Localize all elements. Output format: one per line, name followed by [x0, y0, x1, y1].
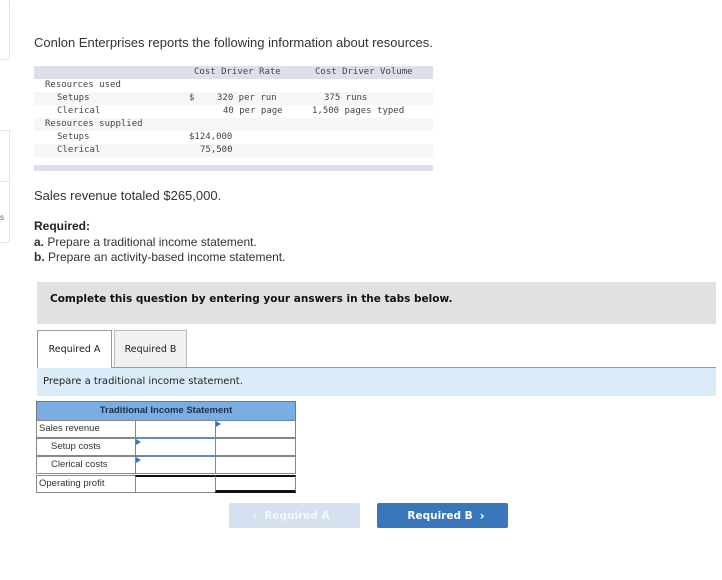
prev-button-label: Required A	[264, 509, 330, 522]
clerical-costs-input[interactable]	[135, 456, 216, 474]
table-row: Setups $124,000	[34, 131, 433, 144]
rate-value: 75,500	[200, 145, 233, 155]
sales-revenue-input[interactable]	[215, 420, 296, 438]
resource-table-header: Cost Driver Rate Cost Driver Volume	[34, 66, 433, 79]
instruction-text: Complete this question by entering your …	[50, 293, 453, 305]
side-panel-edge	[0, 130, 10, 181]
table-row: Clerical 75,500	[34, 144, 433, 157]
tab-required-b[interactable]: Required B	[114, 330, 187, 367]
table-row: Operating profit	[36, 475, 296, 493]
rate-value: 40 per page	[223, 106, 283, 116]
required-item-b: b. Prepare an activity-based income stat…	[34, 250, 285, 264]
header-cost-driver-rate: Cost Driver Rate	[194, 67, 281, 77]
sales-revenue-text: Sales revenue totaled $265,000.	[34, 188, 222, 203]
item-text: Prepare an activity-based income stateme…	[44, 250, 286, 264]
table-row: Setup costs	[36, 438, 296, 456]
row-label-sales-revenue: Sales revenue	[36, 420, 136, 438]
clerical-costs-right-cell	[215, 456, 296, 474]
table-row: Resources supplied	[34, 118, 433, 131]
operating-profit-mid-cell	[135, 475, 216, 493]
row-label: Resources supplied	[45, 119, 143, 129]
volume-value: 375 runs	[324, 93, 368, 103]
prompt-banner: Prepare a traditional income statement.	[37, 368, 716, 396]
chevron-right-icon: ›	[479, 508, 485, 523]
rate-value: 320 per run	[217, 93, 277, 103]
rate-prefix: $	[189, 93, 195, 103]
instruction-banner: Complete this question by entering your …	[37, 282, 716, 324]
next-button-label: Required B	[407, 509, 473, 522]
setup-costs-input[interactable]	[135, 438, 216, 456]
table-row: Setups $ 320 per run 375 runs	[34, 92, 433, 105]
problem-intro: Conlon Enterprises reports the following…	[34, 35, 433, 50]
row-label: Setups	[57, 132, 90, 142]
item-letter: b.	[34, 250, 45, 264]
side-panel-edge	[0, 181, 10, 243]
chevron-left-icon: ‹	[252, 508, 258, 523]
table-row: Clerical 40 per page 1,500 pages typed	[34, 105, 433, 118]
sales-revenue-mid-cell	[135, 420, 216, 438]
required-heading: Required:	[34, 219, 91, 233]
required-item-a: a. Prepare a traditional income statemen…	[34, 235, 257, 249]
row-label: Clerical	[57, 145, 101, 155]
rate-value: $124,000	[189, 132, 233, 142]
operating-profit-total-cell	[215, 475, 296, 493]
resource-data-table: Cost Driver Rate Cost Driver Volume Reso…	[34, 66, 433, 171]
table-row: Resources used	[34, 79, 433, 92]
item-letter: a.	[34, 235, 45, 249]
row-label-clerical-costs: Clerical costs	[36, 456, 136, 474]
table-row: Clerical costs	[36, 456, 296, 474]
item-text: Prepare a traditional income statement.	[44, 235, 257, 249]
next-required-b-button[interactable]: Required B ›	[377, 503, 508, 528]
row-label-setup-costs: Setup costs	[36, 438, 136, 456]
table-footer-bar	[34, 165, 433, 171]
setup-costs-right-cell	[215, 438, 296, 456]
side-panel-edge	[0, 0, 10, 60]
tab-required-a[interactable]: Required A	[37, 330, 112, 368]
row-label: Setups	[57, 93, 90, 103]
income-statement-title: Traditional Income Statement	[36, 401, 296, 421]
row-label: Clerical	[57, 106, 101, 116]
header-cost-driver-volume: Cost Driver Volume	[315, 67, 413, 77]
row-label: Resources used	[45, 80, 121, 90]
prev-required-a-button[interactable]: ‹ Required A	[229, 503, 360, 528]
side-panel-icon[interactable]: s	[0, 213, 4, 222]
volume-value: 1,500 pages typed	[312, 106, 405, 116]
prompt-text: Prepare a traditional income statement.	[43, 376, 243, 387]
table-row: Sales revenue	[36, 420, 296, 438]
row-label-operating-profit: Operating profit	[36, 475, 136, 493]
